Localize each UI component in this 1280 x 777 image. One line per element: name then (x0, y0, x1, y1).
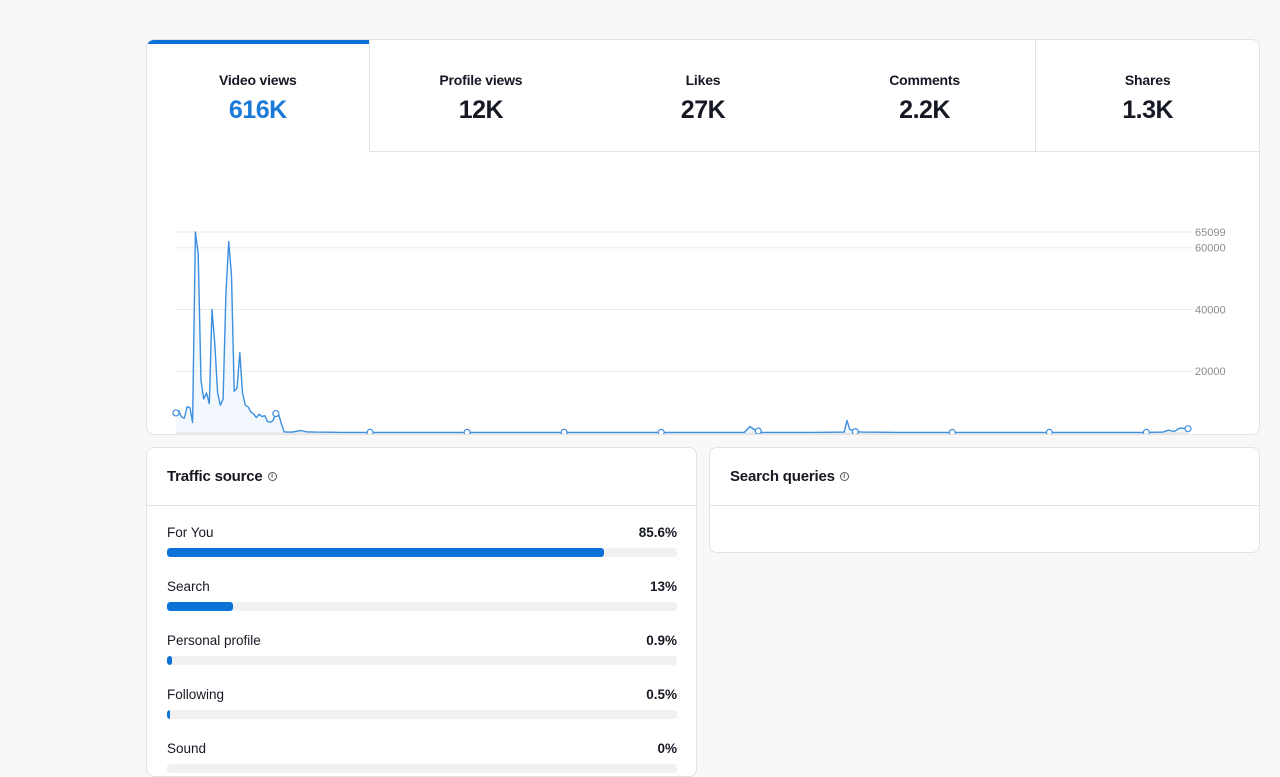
traffic-source-bar-track (167, 764, 677, 773)
series-area (176, 232, 1188, 433)
traffic-source-name: Following (167, 687, 225, 702)
traffic-source-percent: 0.5% (646, 687, 677, 702)
y-tick-label: 60000 (1195, 243, 1226, 255)
traffic-source-row-header: Personal profile 0.9% (167, 633, 677, 648)
traffic-source-title: Traffic source (167, 468, 263, 485)
data-point-marker (948, 428, 956, 434)
data-point-marker (1142, 428, 1151, 434)
traffic-source-bar-fill (167, 602, 234, 611)
search-queries-card: Search queries i (709, 447, 1260, 553)
data-point-marker (1045, 428, 1053, 434)
y-axis-ticks: 65099 60000 40000 20000 (1195, 227, 1226, 378)
traffic-source-row-header: For You 85.6% (167, 525, 677, 540)
traffic-source-name: Search (167, 579, 210, 594)
traffic-source-percent: 85.6% (638, 525, 677, 540)
metric-tabs: Video views 616K Profile views 12K Likes… (147, 40, 1259, 153)
traffic-source-name: Sound (167, 741, 207, 756)
traffic-source-row-header: Search 13% (167, 579, 677, 594)
tab-profile-views[interactable]: Profile views 12K (369, 40, 593, 152)
tab-value: 27K (680, 96, 726, 124)
tab-label: Video views (218, 72, 297, 88)
data-point-marker (851, 428, 859, 434)
tab-video-views[interactable]: Video views 616K (147, 40, 370, 152)
tab-label: Profile views (439, 72, 523, 88)
traffic-source-bar-track (167, 710, 677, 719)
traffic-source-bar-fill (167, 548, 604, 557)
data-point-marker (657, 428, 665, 434)
info-icon[interactable]: i (267, 472, 277, 481)
traffic-source-bar-track (167, 656, 677, 665)
data-point-marker (1184, 425, 1192, 433)
y-tick-label: 65099 (1195, 227, 1226, 239)
tab-label: Comments (889, 72, 960, 88)
tab-value: 1.3K (1122, 96, 1174, 124)
traffic-source-row-header: Sound 0% (167, 741, 677, 756)
traffic-source-row: Sound 0% (167, 741, 677, 773)
traffic-source-bar-track (167, 548, 677, 557)
data-point-marker (560, 428, 568, 434)
overview-card: Video views 616K Profile views 12K Likes… (146, 39, 1260, 435)
traffic-source-row: Personal profile 0.9% (167, 633, 677, 665)
traffic-source-name: Personal profile (167, 633, 261, 648)
traffic-source-name: For You (167, 525, 214, 540)
traffic-source-percent: 0% (657, 741, 677, 756)
tab-comments[interactable]: Comments 2.2K (813, 40, 1036, 152)
data-point-marker (463, 428, 471, 434)
traffic-source-bar-track (167, 602, 677, 611)
y-tick-label: 20000 (1195, 366, 1226, 378)
tab-value: 2.2K (899, 96, 950, 124)
tab-value: 12K (458, 96, 504, 124)
traffic-source-bar-fill (167, 656, 172, 665)
search-queries-header: Search queries i (710, 448, 1259, 506)
tab-value: 616K (228, 96, 287, 124)
data-point-marker (272, 409, 280, 418)
traffic-source-header: Traffic source i (147, 448, 696, 506)
info-icon[interactable]: i (839, 472, 849, 481)
traffic-source-row-header: Following 0.5% (167, 687, 677, 702)
tab-shares[interactable]: Shares 1.3K (1035, 40, 1259, 152)
traffic-source-row: Search 13% (167, 579, 677, 611)
tab-label: Likes (685, 72, 721, 88)
traffic-source-row: Following 0.5% (167, 687, 677, 719)
data-point-marker (172, 409, 180, 417)
search-queries-title: Search queries (730, 468, 835, 485)
series-line (175, 231, 1189, 434)
traffic-source-percent: 13% (649, 579, 677, 594)
tab-likes[interactable]: Likes 27K (592, 40, 814, 152)
data-point-marker (366, 428, 374, 434)
tab-label: Shares (1124, 72, 1171, 88)
traffic-source-percent: 0.9% (646, 633, 677, 648)
traffic-source-bar-fill (167, 710, 170, 719)
video-views-chart: 65099600004000020000 Nov 20, 2023Dec 25,… (172, 227, 1226, 434)
data-point-marker (754, 427, 762, 434)
traffic-source-row: For You 85.6% (167, 525, 677, 557)
gridlines (176, 231, 1192, 434)
traffic-source-card: Traffic source i For You 85.6% Search 13% Pe… (146, 447, 697, 777)
y-tick-label: 40000 (1195, 304, 1226, 316)
series-video-views (172, 231, 1192, 434)
